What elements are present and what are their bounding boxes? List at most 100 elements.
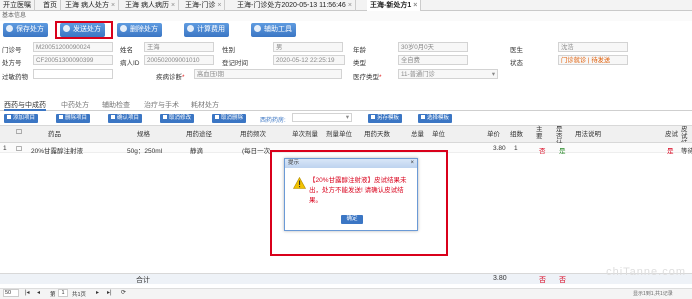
save-icon bbox=[371, 115, 375, 119]
calc-fee-button[interactable]: 计算费用 bbox=[184, 23, 229, 37]
col-skin: 皮试 bbox=[665, 131, 678, 138]
tab-chinese-medicine[interactable]: 中药处方 bbox=[61, 100, 89, 111]
col-usage: 用法说明 bbox=[575, 131, 601, 138]
age-field[interactable]: 30岁0月0天 bbox=[398, 42, 468, 52]
page-count: 共1页 bbox=[72, 292, 87, 298]
col-main: 主要 bbox=[536, 126, 543, 140]
diag-field[interactable]: 高血压I期 bbox=[194, 69, 342, 79]
footer-main: 否 bbox=[539, 277, 546, 284]
cell-freq: (每日一次 bbox=[242, 148, 271, 155]
calculator-icon bbox=[187, 25, 194, 32]
watermark: chiTanne.com bbox=[606, 266, 686, 278]
col-unit: 单位 bbox=[432, 131, 445, 138]
tab-patient-record[interactable]: 王海 病人病历 × bbox=[122, 0, 180, 11]
tab-treatment[interactable]: 治疗与手术 bbox=[144, 100, 179, 111]
pid-field[interactable]: 200502009001010 bbox=[144, 55, 214, 65]
tab-new-prescription[interactable]: 王海-新处方1 × bbox=[367, 0, 422, 11]
close-icon[interactable]: × bbox=[410, 159, 414, 168]
delete-item-button[interactable]: 删除项目 bbox=[56, 114, 91, 123]
checkbox-all[interactable]: ☐ bbox=[16, 128, 22, 136]
pager bbox=[0, 288, 692, 299]
cancel-modify-button[interactable]: 取消修改 bbox=[160, 114, 195, 123]
allergy-field[interactable] bbox=[33, 69, 113, 79]
regtime-field[interactable]: 2020-05-12 22:25:19 bbox=[273, 55, 345, 65]
name-label: 姓名 bbox=[120, 47, 133, 54]
cell-spec: 50g：250ml bbox=[127, 148, 163, 155]
col-skin-result: 皮试结果 bbox=[681, 126, 688, 142]
allergy-label: 过敏药物 bbox=[2, 74, 28, 81]
confirm-item-button[interactable]: 确认项目 bbox=[108, 114, 143, 123]
footer-total: 3.80 bbox=[493, 275, 507, 282]
ok-button[interactable]: 确定 bbox=[341, 215, 363, 224]
chevron-down-icon: ▾ bbox=[491, 71, 495, 78]
list-icon bbox=[421, 115, 425, 119]
col-freq: 用药频次 bbox=[240, 131, 266, 138]
regtime-label: 登记时间 bbox=[222, 60, 248, 67]
mz-label: 门诊号 bbox=[2, 47, 22, 54]
tools-button[interactable]: 辅助工具 bbox=[251, 23, 296, 37]
doctor-label: 医生 bbox=[510, 47, 523, 54]
medtype-label: 医疗类型* bbox=[353, 74, 382, 81]
page-size-select[interactable]: 50 bbox=[3, 289, 19, 297]
name-field[interactable]: 王海 bbox=[144, 42, 214, 52]
diag-label: 疾病诊断* bbox=[156, 74, 185, 81]
tab-western-medicine[interactable]: 西药与中成药 bbox=[4, 100, 46, 111]
tab-consumables[interactable]: 耗材处方 bbox=[191, 100, 219, 111]
delete-prescription-button[interactable]: 删除处方 bbox=[117, 23, 162, 37]
col-dose-unit: 剂量单位 bbox=[326, 131, 352, 138]
delete-icon bbox=[59, 115, 63, 119]
tab-outpatient[interactable]: 王海-门诊 × bbox=[182, 0, 226, 11]
tab-patient-prescription[interactable]: 王海 病人处方 × bbox=[62, 0, 120, 11]
pharmacy-select[interactable]: ▾ bbox=[292, 113, 352, 122]
cell-price: 3.80 bbox=[493, 145, 506, 152]
last-page-icon[interactable]: ▸| bbox=[107, 289, 112, 296]
refresh-icon[interactable]: ⟳ bbox=[121, 289, 126, 296]
col-price: 单价 bbox=[487, 131, 500, 138]
required-marker: * bbox=[379, 74, 382, 81]
tab-outpatient-prescription[interactable]: 王海-门诊处方2020-05-13 11:56:46 × bbox=[234, 0, 356, 11]
save-prescription-button[interactable]: 保存处方 bbox=[3, 23, 48, 37]
pick-template-button[interactable]: 选择模板 bbox=[418, 114, 453, 123]
cancel-delete-button[interactable]: 取消删除 bbox=[212, 114, 247, 123]
rx-field[interactable]: CF20051300090399 bbox=[33, 55, 113, 65]
close-icon[interactable]: × bbox=[413, 2, 417, 9]
tab-aux-exam[interactable]: 辅助检查 bbox=[102, 100, 130, 111]
close-icon[interactable]: × bbox=[217, 2, 221, 9]
col-days: 用药天数 bbox=[364, 131, 390, 138]
type-field[interactable]: 全自费 bbox=[398, 55, 468, 65]
close-icon[interactable]: × bbox=[111, 2, 115, 9]
chevron-down-icon: ▾ bbox=[345, 114, 349, 121]
cell-main: 否 bbox=[539, 148, 546, 155]
close-icon[interactable]: × bbox=[171, 2, 175, 9]
tab-bar: 开立医嘱 首页 王海 病人处方 × 王海 病人病历 × 王海-门诊 × 王海-门诊处方… bbox=[0, 0, 692, 11]
cell-billed: 是 bbox=[559, 148, 566, 155]
add-item-button[interactable]: 添加项目 bbox=[4, 114, 39, 123]
close-icon[interactable]: × bbox=[348, 2, 352, 9]
col-groups: 组数 bbox=[510, 131, 523, 138]
warning-icon bbox=[293, 177, 306, 189]
gender-field[interactable]: 男 bbox=[273, 42, 343, 52]
page-input[interactable]: 1 bbox=[58, 289, 68, 297]
row-checkbox[interactable]: ☐ bbox=[16, 145, 22, 153]
cell-route: 静滴 bbox=[190, 148, 203, 155]
prev-page-icon[interactable]: ◂ bbox=[37, 289, 40, 296]
col-drug: 药品 bbox=[48, 131, 61, 138]
mz-field[interactable]: M20051200090024 bbox=[33, 42, 113, 52]
col-total: 总量 bbox=[411, 131, 424, 138]
tab-home[interactable]: 首页 bbox=[40, 0, 61, 11]
doctor-field[interactable]: 沈浩 bbox=[558, 42, 628, 52]
rx-label: 处方号 bbox=[2, 60, 22, 67]
save-icon bbox=[6, 25, 13, 32]
dialog-message: 【20%甘露醇注射液】皮试结果未出，处方不能发送! 请确认皮试结果。 bbox=[309, 177, 407, 204]
undo-icon bbox=[163, 115, 167, 119]
first-page-icon[interactable]: |◂ bbox=[25, 289, 30, 296]
next-page-icon[interactable]: ▸ bbox=[96, 289, 99, 296]
save-template-button[interactable]: 另存模板 bbox=[368, 114, 403, 123]
table-footer bbox=[0, 273, 692, 284]
cell-skin-result: 等待 bbox=[681, 148, 692, 155]
highlight-box bbox=[55, 21, 113, 39]
required-marker: * bbox=[182, 74, 185, 81]
footer-billed: 否 bbox=[559, 277, 566, 284]
medtype-select[interactable]: 11-普通门诊 ▾ bbox=[398, 69, 498, 79]
tab-order-entry[interactable]: 开立医嘱 bbox=[0, 0, 35, 11]
